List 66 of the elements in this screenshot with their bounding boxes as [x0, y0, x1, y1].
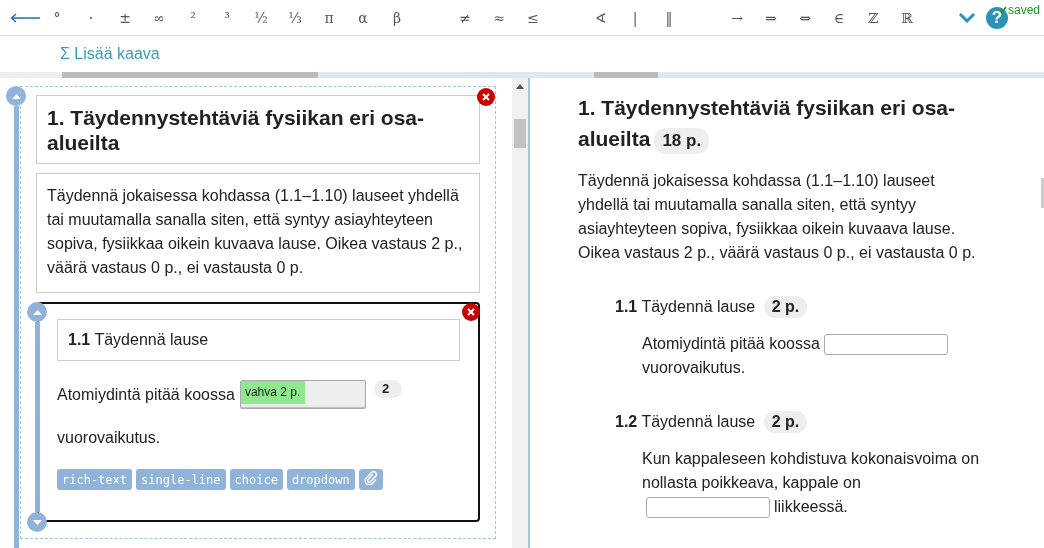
symbol-button[interactable]: ≤: [516, 2, 550, 33]
symbol-button[interactable]: ℝ: [890, 2, 924, 33]
move-down-button[interactable]: [27, 512, 47, 532]
sentence-text: vuorovaikutus.: [57, 429, 162, 447]
symbol-button[interactable]: α: [346, 2, 380, 33]
points-badge: 18 p.: [654, 128, 710, 154]
collapse-button[interactable]: [958, 12, 976, 23]
scrollbar-thumb[interactable]: [514, 119, 526, 148]
answer-field[interactable]: vahva 2 p.: [239, 380, 366, 409]
header-segment: [594, 72, 658, 78]
chevron-down-icon: [958, 12, 976, 23]
attachment-button[interactable]: [358, 469, 383, 490]
question-title: Täydennä lause: [641, 298, 756, 315]
score-badge: 2: [373, 380, 403, 398]
symbol-button[interactable]: ℤ: [856, 2, 890, 33]
sentence-text: liikkeessä.: [774, 498, 848, 515]
left-arrow-icon: [10, 12, 40, 23]
symbol-button[interactable]: ⇔: [788, 2, 822, 33]
preview-title: 1. Täydennystehtäviä fysiikan eri osa-alueilta 18 p.: [578, 92, 978, 154]
symbol-button[interactable]: ‖: [652, 2, 686, 33]
answer-option[interactable]: vahva 2 p.: [240, 381, 306, 404]
sentence-text: Atomiydintä pitää koossa: [642, 335, 820, 352]
symbol-button[interactable]: ∢: [584, 2, 618, 33]
question-number: 1.2: [615, 413, 638, 430]
symbol-button[interactable]: ∈: [822, 2, 856, 33]
close-icon: [467, 308, 475, 316]
symbol-button[interactable]: β: [380, 2, 414, 33]
section-title[interactable]: 1. Täydennystehtäviä fysiikan eri osa-alueilta: [36, 95, 480, 164]
symbol-button[interactable]: |: [618, 2, 652, 33]
delete-button[interactable]: [462, 303, 480, 321]
caret-up-icon: [32, 309, 42, 315]
scrollbar[interactable]: [512, 78, 528, 548]
symbol-button[interactable]: ±: [108, 2, 142, 33]
symbol-button[interactable]: ≈: [482, 2, 516, 33]
scroll-up-icon: [516, 84, 524, 89]
symbol-button[interactable]: ≠: [448, 2, 482, 33]
section-description[interactable]: Täydennä jokaisessa kohdassa (1.1–1.10) lauseet yhdellä tai muutamalla sanalla siten, että syntyy asiayhteyteen sopiva, fysiikkaa oikein kuvaava lause. Oikea vastaus 2 p., väärä vastaus 0 p., ei vastausta 0 p.: [36, 173, 480, 293]
symbol-button[interactable]: ²: [176, 2, 210, 33]
close-icon: [482, 93, 490, 101]
question-title: Täydennä lause: [641, 413, 756, 430]
points-badge: 2 p.: [763, 296, 808, 318]
symbol-button[interactable]: ∞: [142, 2, 176, 33]
answer-input[interactable]: [823, 334, 948, 356]
help-button[interactable]: ?: [986, 6, 1008, 29]
preview-description: Täydennä jokaisessa kohdassa (1.1–1.10) lauseet yhdellä tai muutamalla sanalla siten, että syntyy asiayhteyteen sopiva, fysiikkaa oikein kuvaava lause. Oikea vastaus 2 p., väärä vastaus 0 p., ei vastausta 0 p.: [578, 171, 977, 263]
symbol-button[interactable]: ½: [244, 2, 278, 33]
sentence-text: Atomiydintä pitää koossa: [57, 385, 235, 404]
question-title[interactable]: 1.1 Täydennä lause: [57, 319, 460, 361]
saved-status: saved: [1007, 3, 1040, 17]
caret-up-icon: [11, 93, 21, 99]
question-number: 1.1: [615, 298, 638, 315]
move-up-button[interactable]: [27, 302, 47, 322]
symbol-button[interactable]: π: [312, 2, 346, 33]
caret-down-icon: [32, 519, 42, 525]
symbol-button[interactable]: ·: [74, 2, 108, 33]
symbol-button[interactable]: ³: [210, 2, 244, 33]
back-arrow-button[interactable]: [10, 12, 40, 23]
sentence-text: vuorovaikutus.: [642, 359, 746, 376]
paperclip-icon: [363, 471, 378, 485]
symbol-button[interactable]: →: [720, 2, 754, 33]
symbol-button[interactable]: ⇒: [754, 2, 788, 33]
points-badge: 2 p.: [763, 411, 808, 433]
symbol-button[interactable]: ⅓: [278, 2, 312, 33]
answer-input[interactable]: [646, 497, 770, 519]
symbol-button[interactable]: °: [40, 2, 74, 33]
scrollbar-thumb[interactable]: [1041, 178, 1044, 208]
